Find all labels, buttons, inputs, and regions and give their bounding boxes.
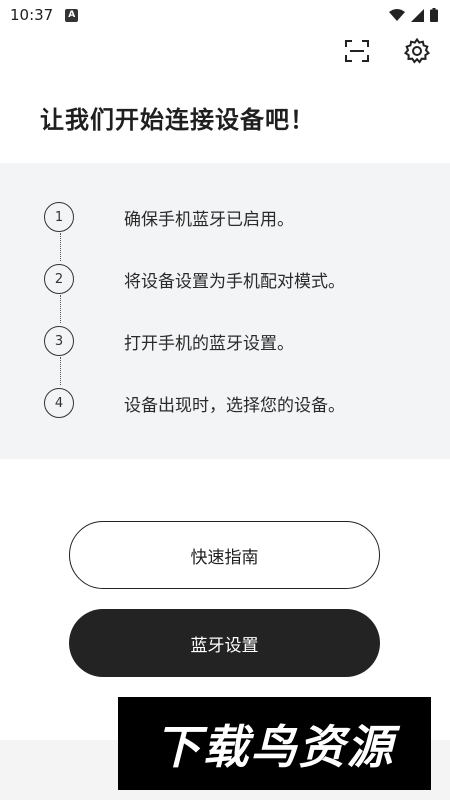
steps-panel: 1 确保手机蓝牙已启用。 2 将设备设置为手机配对模式。 3 打开手机的蓝牙设置… <box>0 163 450 459</box>
step-text: 设备出现时，选择您的设备。 <box>124 395 345 416</box>
signal-icon <box>411 8 424 22</box>
step-number: 4 <box>44 388 74 418</box>
status-bar: 10:37 A <box>0 0 450 30</box>
step-3: 3 打开手机的蓝牙设置。 <box>44 324 294 358</box>
step-connector <box>60 295 61 323</box>
step-connector <box>60 357 61 385</box>
step-connector <box>60 233 61 261</box>
settings-button[interactable] <box>402 36 432 66</box>
wifi-icon <box>389 8 405 21</box>
status-time: 10:37 <box>10 6 54 24</box>
step-2: 2 将设备设置为手机配对模式。 <box>44 262 345 296</box>
gear-icon <box>404 38 430 64</box>
scan-button[interactable] <box>342 36 372 66</box>
watermark-text: 下载鸟资源 <box>154 719 395 774</box>
top-actions <box>342 36 432 66</box>
step-number: 2 <box>44 264 74 294</box>
bluetooth-settings-button[interactable]: 蓝牙设置 <box>69 609 380 677</box>
battery-icon <box>430 8 438 22</box>
step-text: 确保手机蓝牙已启用。 <box>124 209 294 230</box>
step-number: 3 <box>44 326 74 356</box>
step-4: 4 设备出现时，选择您的设备。 <box>44 386 345 420</box>
step-1: 1 确保手机蓝牙已启用。 <box>44 200 294 234</box>
status-right <box>389 8 438 22</box>
notification-icon: A <box>65 8 79 22</box>
status-left: 10:37 A <box>10 6 79 24</box>
step-text: 将设备设置为手机配对模式。 <box>124 271 345 292</box>
watermark-banner: 下载鸟资源 <box>118 697 431 790</box>
step-number: 1 <box>44 202 74 232</box>
quick-guide-button[interactable]: 快速指南 <box>69 521 380 589</box>
page-title: 让我们开始连接设备吧！ <box>40 106 315 134</box>
step-text: 打开手机的蓝牙设置。 <box>124 333 294 354</box>
scan-icon <box>345 40 369 62</box>
